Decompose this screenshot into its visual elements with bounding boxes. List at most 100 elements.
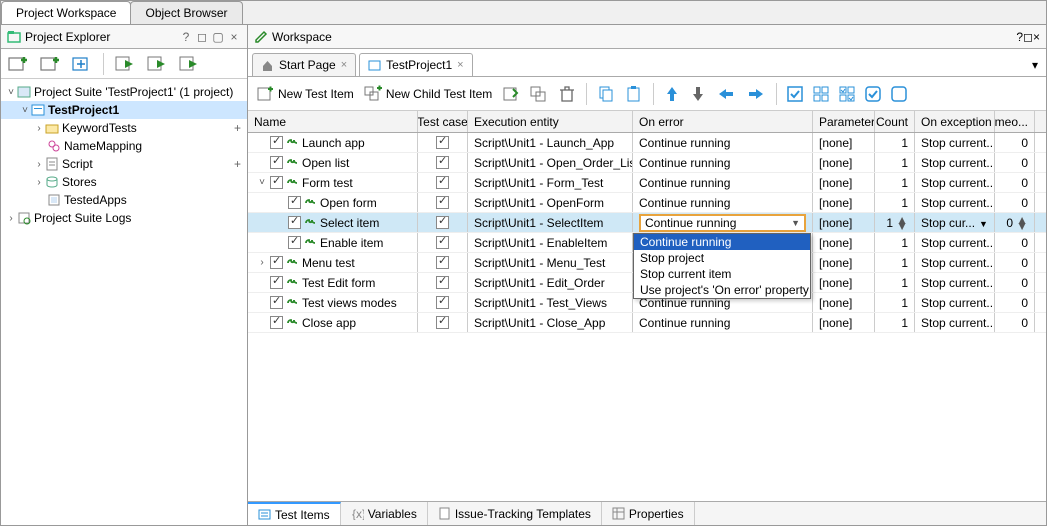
count-spinner[interactable]: ▲▼ <box>896 217 908 229</box>
table-row[interactable]: Open list Script\Unit1 - Open_Order_List… <box>248 153 1046 173</box>
run-button-1[interactable] <box>112 52 138 76</box>
tabs-menu-icon[interactable]: ▾ <box>1028 54 1042 76</box>
enable-checkbox[interactable] <box>288 236 301 249</box>
col-onerror[interactable]: On error <box>633 111 813 132</box>
dropdown-option[interactable]: Stop project <box>634 250 810 266</box>
tab-properties[interactable]: Properties <box>602 502 695 525</box>
onerror-dropdown-cell[interactable]: Continue running▼ <box>639 214 806 232</box>
testcase-checkbox[interactable] <box>436 296 449 309</box>
expand-toggle[interactable]: ˅ <box>257 177 267 188</box>
tree-node-testedapps[interactable]: TestedApps <box>1 191 247 209</box>
deselect-button[interactable] <box>889 84 909 104</box>
delete-button[interactable] <box>556 83 578 105</box>
run-button-3[interactable] <box>176 52 202 76</box>
table-row[interactable]: Close app Script\Unit1 - Close_App Conti… <box>248 313 1046 333</box>
enable-checkbox[interactable] <box>288 196 301 209</box>
enable-checkbox[interactable] <box>270 276 283 289</box>
add-existing-button[interactable] <box>500 83 522 105</box>
add-button[interactable] <box>69 52 95 76</box>
testcase-checkbox[interactable] <box>436 276 449 289</box>
add-icon[interactable]: + <box>234 121 247 135</box>
maximize-icon[interactable]: ▢ <box>211 30 225 44</box>
help-icon[interactable]: ? <box>1016 30 1023 44</box>
table-row[interactable]: Select item Script\Unit1 - SelectItem Co… <box>248 213 1046 233</box>
col-name[interactable]: Name <box>248 111 418 132</box>
testcase-checkbox[interactable] <box>436 196 449 209</box>
outdent-button[interactable] <box>714 84 738 104</box>
toggle-check-button[interactable] <box>837 84 857 104</box>
close-tab-icon[interactable]: × <box>457 59 463 71</box>
col-params[interactable]: Parameters <box>813 111 875 132</box>
chevron-down-icon[interactable]: ▼ <box>791 218 800 228</box>
col-exception[interactable]: On exception <box>915 111 995 132</box>
tree-node-project[interactable]: ˅TestProject1 <box>1 101 247 119</box>
table-row[interactable]: Launch app Script\Unit1 - Launch_App Con… <box>248 133 1046 153</box>
enable-checkbox[interactable] <box>270 136 283 149</box>
indent-button[interactable] <box>744 84 768 104</box>
check-all-button[interactable] <box>785 84 805 104</box>
tab-project-workspace[interactable]: Project Workspace <box>1 1 131 24</box>
enable-checkbox[interactable] <box>270 296 283 309</box>
testcase-checkbox[interactable] <box>436 176 449 189</box>
testcase-checkbox[interactable] <box>436 256 449 269</box>
table-row[interactable]: Open form Script\Unit1 - OpenForm Contin… <box>248 193 1046 213</box>
tab-test-items[interactable]: Test Items <box>248 502 341 525</box>
tab-variables[interactable]: {x}Variables <box>341 502 428 525</box>
new-project-suite-button[interactable] <box>5 52 31 76</box>
tree-node-script[interactable]: ›Script+ <box>1 155 247 173</box>
timeout-spinner[interactable]: ▲▼ <box>1016 217 1028 229</box>
move-up-button[interactable] <box>662 82 682 106</box>
tree-node-namemapping[interactable]: NameMapping <box>1 137 247 155</box>
enable-checkbox[interactable] <box>270 316 283 329</box>
tree-node-logs[interactable]: ›Project Suite Logs <box>1 209 247 227</box>
testcase-checkbox[interactable] <box>436 156 449 169</box>
testcase-checkbox[interactable] <box>436 136 449 149</box>
grid-body[interactable]: Launch app Script\Unit1 - Launch_App Con… <box>248 133 1046 501</box>
testcase-checkbox[interactable] <box>436 236 449 249</box>
uncheck-all-button[interactable] <box>811 84 831 104</box>
copy-button[interactable] <box>595 83 617 105</box>
help-icon[interactable]: ? <box>179 30 193 44</box>
tree-node-stores[interactable]: ›Stores <box>1 173 247 191</box>
paste-button[interactable] <box>623 83 645 105</box>
add-group-button[interactable] <box>528 83 550 105</box>
enable-checkbox[interactable] <box>270 176 283 189</box>
expand-toggle[interactable]: › <box>257 257 267 268</box>
tree-node-keywordtests[interactable]: ›KeywordTests+ <box>1 119 247 137</box>
dropdown-option[interactable]: Continue running <box>634 234 810 250</box>
doc-tab-start[interactable]: Start Page × <box>252 53 356 76</box>
tree-node-suite[interactable]: ˅Project Suite 'TestProject1' (1 project… <box>1 83 247 101</box>
close-icon[interactable]: × <box>227 30 241 44</box>
close-tab-icon[interactable]: × <box>341 59 347 71</box>
enable-checkbox[interactable] <box>270 156 283 169</box>
pin-icon[interactable]: ◻ <box>195 30 209 44</box>
col-timeout[interactable]: Timeo... <box>995 111 1035 132</box>
col-exec[interactable]: Execution entity <box>468 111 633 132</box>
project-tree[interactable]: ˅Project Suite 'TestProject1' (1 project… <box>1 79 247 525</box>
new-project-button[interactable] <box>37 52 63 76</box>
dropdown-option[interactable]: Use project's 'On error' property <box>634 282 810 298</box>
table-row[interactable]: ˅ Form test Script\Unit1 - Form_Test Con… <box>248 173 1046 193</box>
maximize-icon[interactable]: ◻ <box>1023 30 1033 44</box>
move-down-button[interactable] <box>688 82 708 106</box>
new-child-test-item-button[interactable]: New Child Test Item <box>362 83 494 105</box>
tab-issue-templates[interactable]: Issue-Tracking Templates <box>428 502 602 525</box>
close-icon[interactable]: × <box>1033 30 1040 44</box>
new-test-item-button[interactable]: New Test Item <box>254 83 356 105</box>
stores-icon <box>45 175 59 189</box>
onerror-dropdown[interactable]: Continue runningStop projectStop current… <box>633 233 811 299</box>
select-button[interactable] <box>863 84 883 104</box>
cell-name: Launch app <box>302 136 365 150</box>
col-testcase[interactable]: Test case <box>418 111 468 132</box>
add-icon[interactable]: + <box>234 157 247 171</box>
enable-checkbox[interactable] <box>288 216 301 229</box>
doc-tab-project[interactable]: TestProject1 × <box>359 53 472 76</box>
testcase-checkbox[interactable] <box>436 316 449 329</box>
enable-checkbox[interactable] <box>270 256 283 269</box>
testcase-checkbox[interactable] <box>436 216 449 229</box>
dropdown-option[interactable]: Stop current item <box>634 266 810 282</box>
tab-object-browser[interactable]: Object Browser <box>130 1 242 24</box>
col-count[interactable]: Count <box>875 111 915 132</box>
run-button-2[interactable] <box>144 52 170 76</box>
chevron-down-icon[interactable]: ▼ <box>979 219 988 229</box>
